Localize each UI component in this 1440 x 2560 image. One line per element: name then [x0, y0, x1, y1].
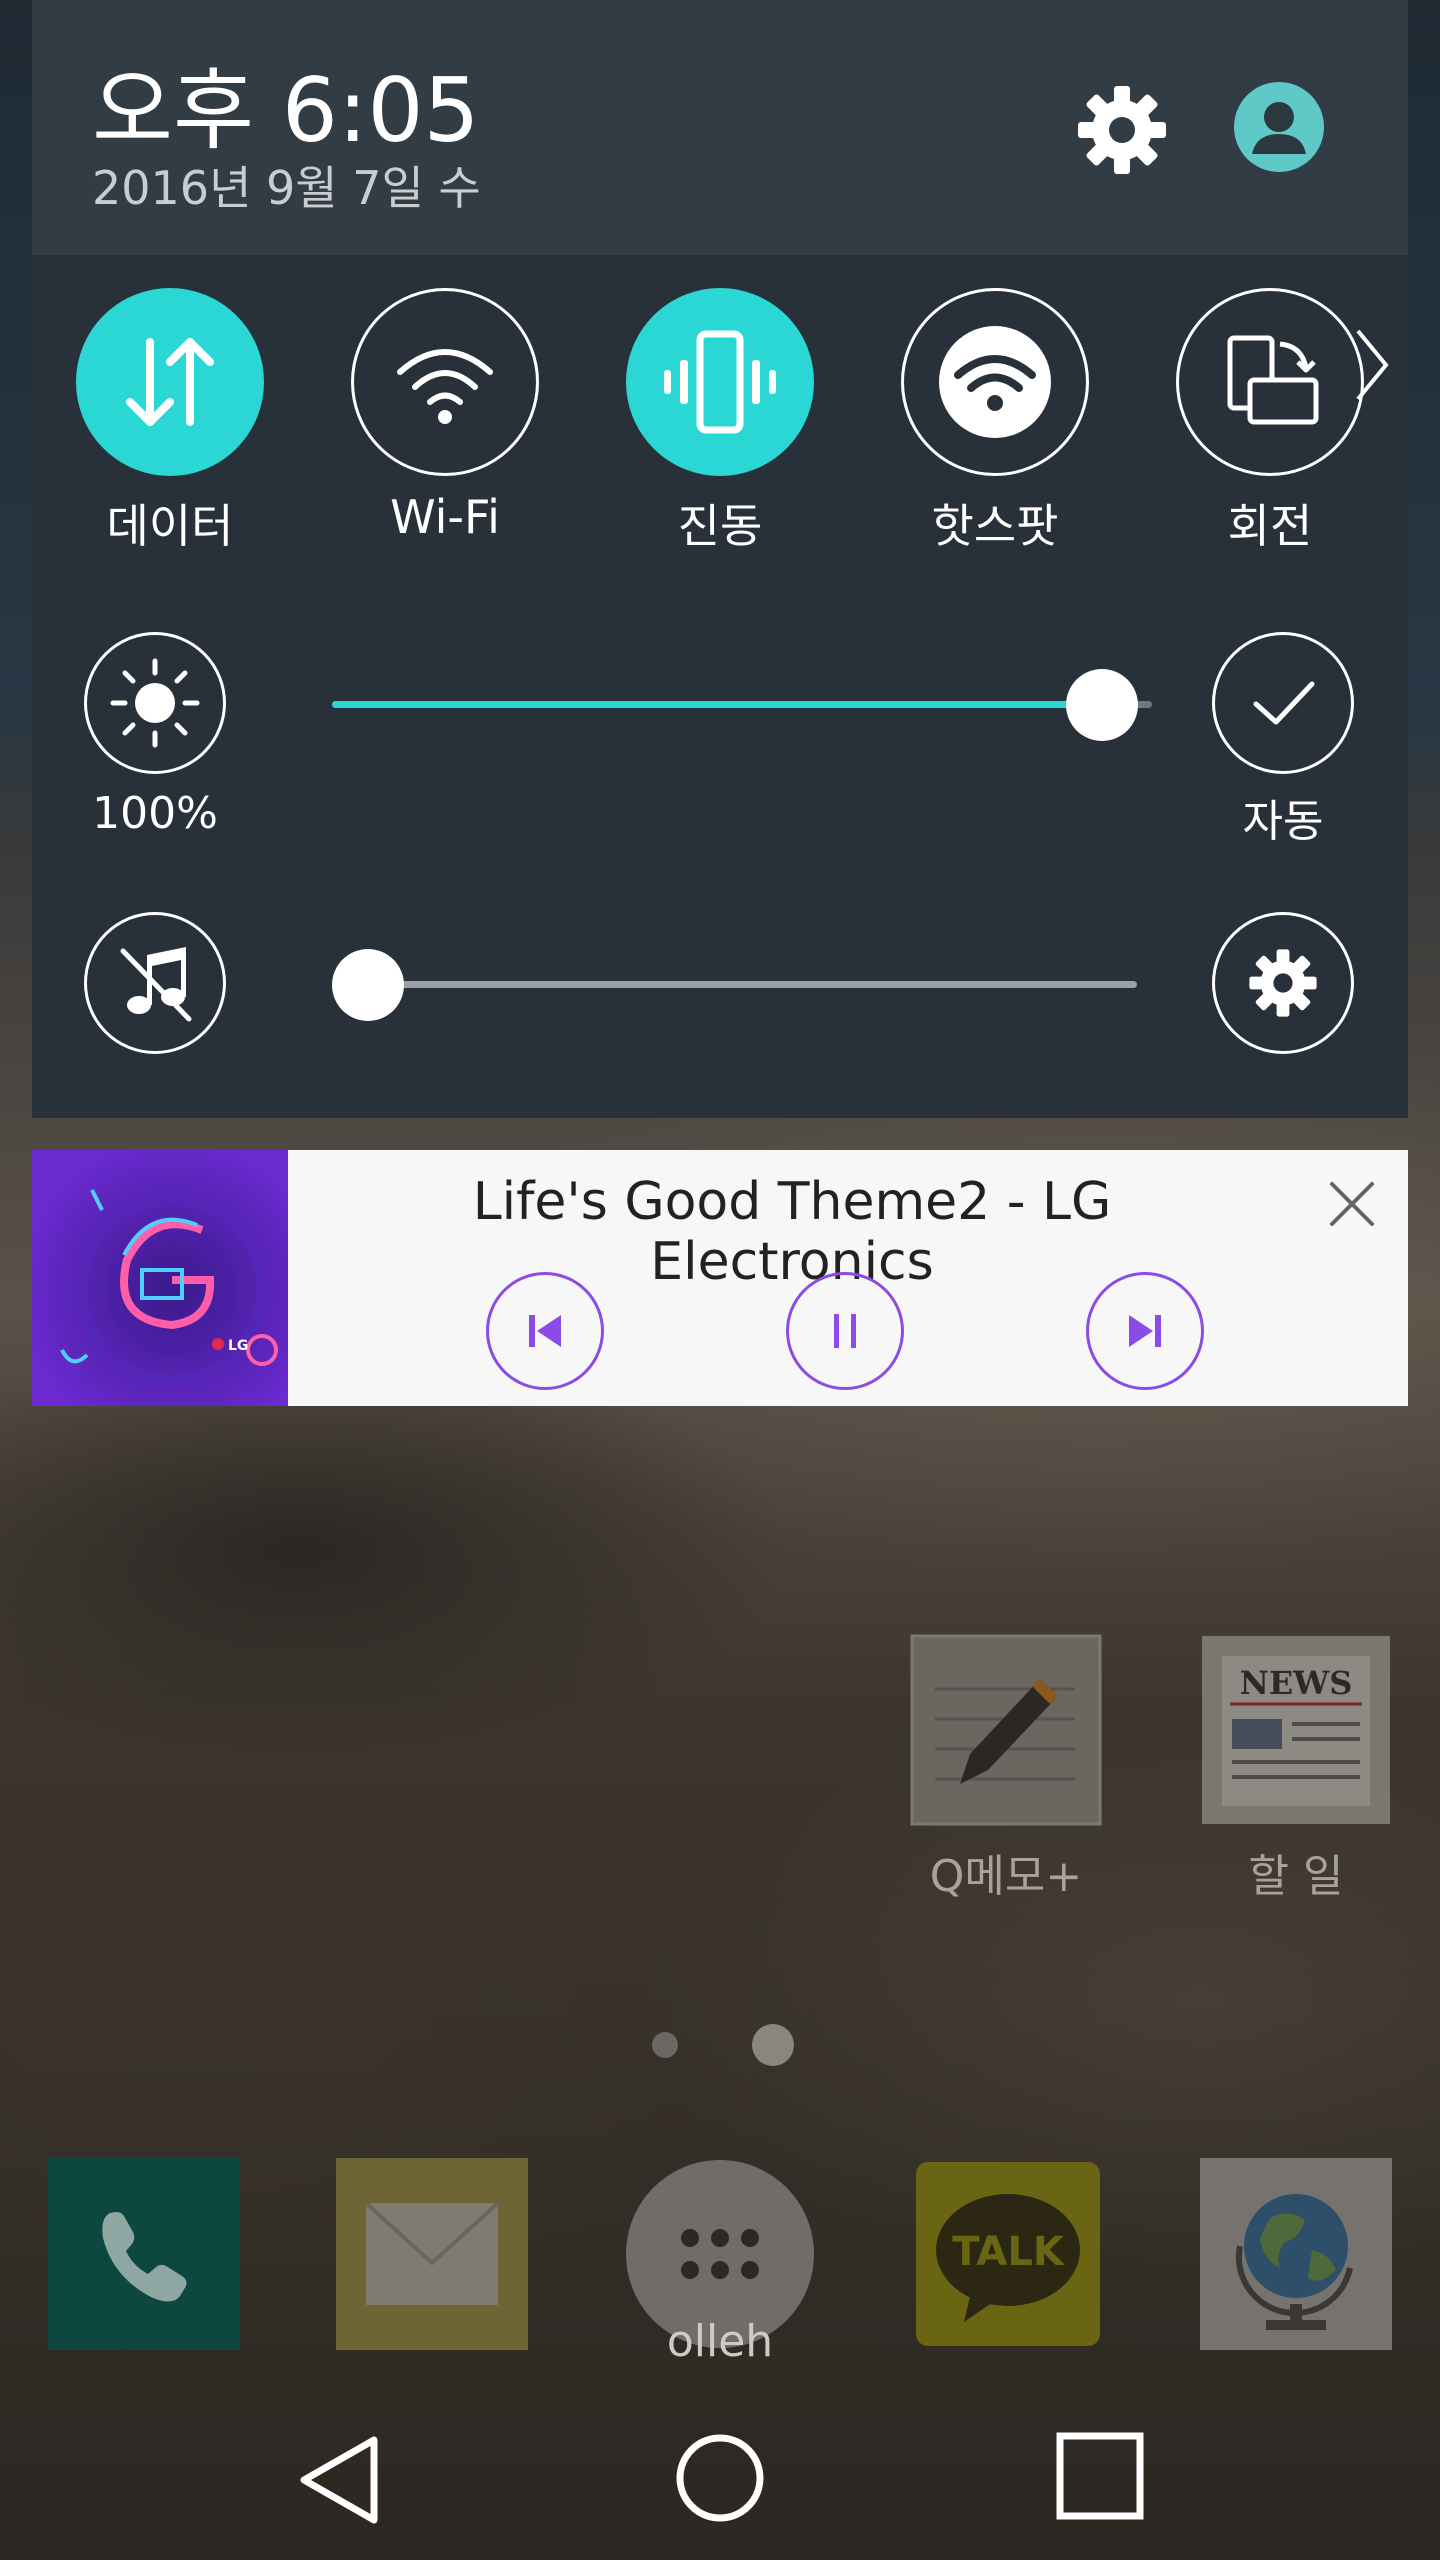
skip-previous-icon [529, 1315, 561, 1347]
toggle-wifi[interactable]: Wi-Fi [349, 288, 541, 544]
toggle-data-label: 데이터 [106, 499, 234, 553]
person-icon [1252, 102, 1306, 154]
brightness-sun-icon [110, 658, 200, 748]
chevron-right-icon [1356, 329, 1389, 401]
gear-icon [1078, 86, 1166, 174]
toggle-rotate[interactable]: 회전 [1174, 288, 1366, 556]
quick-settings-panel: 오후 6:05 2016년 9월 7일 수 데이터 Wi-Fi 진동 핫스팟 회… [32, 0, 1408, 1118]
toggle-hotspot-circle [901, 288, 1089, 476]
toggle-vibrate-circle [626, 288, 814, 476]
media-close-button[interactable] [1322, 1174, 1382, 1234]
user-avatar-button[interactable] [1234, 82, 1324, 172]
phone-icon[interactable] [48, 2158, 240, 2350]
brightness-value: 100% [92, 788, 218, 839]
rotate-icon [1227, 335, 1319, 425]
app-label: Q메모+ [929, 1851, 1083, 1902]
toggle-wifi-circle [351, 288, 539, 476]
brightness-thumb[interactable] [1066, 669, 1138, 741]
page-indicator-dot-active [752, 2024, 794, 2066]
home-button[interactable] [672, 2430, 768, 2526]
news-icon: NEWS [1200, 1634, 1392, 1826]
recents-button[interactable] [1056, 2432, 1146, 2522]
panel-header: 오후 6:05 2016년 9월 7일 수 [32, 0, 1408, 255]
checkmark-icon [1253, 681, 1315, 725]
email-icon[interactable] [336, 2158, 528, 2350]
album-logo-text: LG [228, 1338, 248, 1354]
album-art: LG [32, 1150, 288, 1406]
toggle-data-circle [76, 288, 264, 476]
toggle-hotspot[interactable]: 핫스팟 [899, 288, 1091, 556]
page-indicator-dot [652, 2032, 678, 2058]
app-drawer-label: olleh [666, 2316, 774, 2367]
close-icon [1330, 1182, 1374, 1226]
toggle-vibrate-label: 진동 [677, 499, 763, 553]
pause-icon [834, 1314, 856, 1348]
volume-track [332, 981, 1137, 988]
toggle-hotspot-label: 핫스팟 [931, 499, 1059, 553]
auto-brightness-label: 자동 [1242, 796, 1324, 847]
album-art-image: LG [32, 1150, 288, 1406]
volume-thumb[interactable] [332, 949, 404, 1021]
hotspot-icon [939, 326, 1051, 438]
skip-next-icon [1129, 1315, 1161, 1347]
wifi-icon [397, 349, 493, 424]
media-notification[interactable]: LG Life's Good Theme2 - LG Electronics [32, 1150, 1408, 1406]
toggle-rotate-circle [1176, 288, 1364, 476]
back-button[interactable] [290, 2430, 390, 2530]
sound-mute-button[interactable] [84, 912, 226, 1054]
gear-icon [1249, 949, 1317, 1017]
music-off-icon [120, 947, 192, 1022]
recents-square-icon [1056, 2432, 1144, 2520]
auto-brightness-button[interactable] [1212, 632, 1354, 774]
toggle-data[interactable]: 데이터 [74, 288, 266, 556]
toggle-vibrate[interactable]: 진동 [624, 288, 816, 556]
home-circle-icon [676, 2434, 764, 2522]
pause-button[interactable] [786, 1272, 904, 1390]
date: 2016년 9월 7일 수 [92, 161, 481, 215]
app-label: 할 일 [1248, 1851, 1344, 1902]
next-track-button[interactable] [1086, 1272, 1204, 1390]
previous-track-button[interactable] [486, 1272, 604, 1390]
vibrate-icon [664, 330, 776, 434]
settings-button[interactable] [1072, 80, 1172, 180]
sound-settings-button[interactable] [1212, 912, 1354, 1054]
browser-globe-icon[interactable] [1200, 2158, 1392, 2350]
brightness-slider[interactable] [332, 660, 1152, 750]
kakaotalk-icon-text: TALK [952, 2229, 1066, 2275]
navigation-bar [0, 2400, 1440, 2560]
back-icon [300, 2436, 378, 2524]
brightness-button[interactable] [84, 632, 226, 774]
media-title: Life's Good Theme2 - LG Electronics [472, 1172, 1112, 1292]
news-icon-text: NEWS [1240, 1664, 1353, 1702]
kakaotalk-icon[interactable]: TALK [916, 2162, 1100, 2346]
clock: 오후 6:05 [92, 59, 480, 162]
data-transfer-icon [126, 338, 214, 426]
more-toggles-arrow[interactable] [1352, 325, 1392, 405]
memo-icon [910, 1634, 1102, 1826]
volume-slider[interactable] [332, 940, 1152, 1030]
toggle-rotate-label: 회전 [1227, 499, 1313, 553]
toggle-wifi-label: Wi-Fi [390, 490, 500, 544]
brightness-fill [332, 701, 1102, 708]
